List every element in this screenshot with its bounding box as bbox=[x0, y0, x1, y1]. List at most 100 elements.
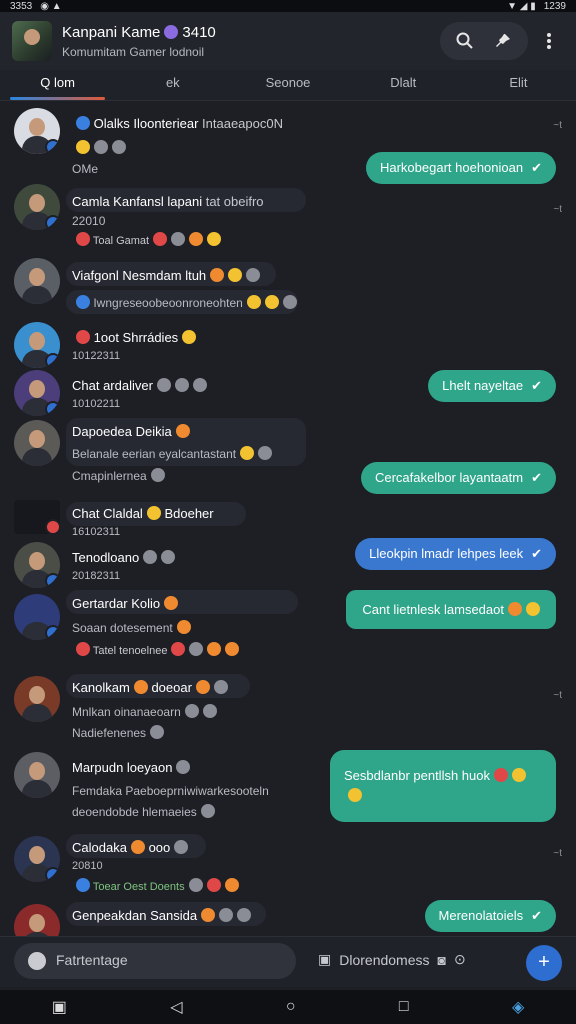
message-subtext: 20182311 bbox=[72, 570, 121, 582]
sent-bubble[interactable]: Cercafakelbor layantaatm ✔ bbox=[360, 462, 556, 494]
emoji-icon bbox=[240, 446, 255, 460]
emoji-icon bbox=[133, 680, 148, 694]
message-sender: Chat Claldal Bdoeher bbox=[72, 506, 214, 521]
sent-bubble[interactable]: Harkobegart hoehonioan ✔ bbox=[365, 152, 556, 184]
emoji-icon bbox=[184, 704, 199, 718]
composer-tool-label[interactable]: Dlorendomess bbox=[339, 952, 429, 968]
message-sender: Kanolkam doeoar bbox=[72, 680, 228, 695]
avatar[interactable] bbox=[14, 370, 60, 416]
tab-4[interactable]: Elit bbox=[461, 70, 576, 100]
heart-icon bbox=[76, 232, 90, 246]
sent-bubble[interactable]: Sesbdlanbr pentllsh huok bbox=[330, 750, 556, 822]
pin-button[interactable] bbox=[484, 22, 522, 60]
emoji-icon bbox=[512, 768, 526, 782]
composer-tools: ▣ Dlorendomess ◙ ⊙ bbox=[318, 951, 466, 968]
emoji-icon bbox=[526, 602, 540, 616]
message-time: ~t bbox=[553, 120, 562, 131]
emoji-icon bbox=[189, 232, 204, 246]
avatar[interactable] bbox=[14, 836, 60, 882]
message-list[interactable]: Olalks Iloonteriear Intaaeapoc0N OMe Har… bbox=[0, 100, 576, 936]
message-subtext: Nadiefenenes bbox=[72, 725, 165, 740]
message-subtext: deoendobde hlemaeies bbox=[72, 804, 215, 819]
avatar[interactable] bbox=[14, 676, 60, 722]
avatar[interactable] bbox=[14, 594, 60, 640]
check-icon: ✔ bbox=[531, 470, 542, 485]
emoji-icon bbox=[112, 140, 126, 154]
tab-1[interactable]: ek bbox=[115, 70, 230, 100]
shield-icon[interactable]: ◈ bbox=[512, 997, 524, 1017]
sent-bubble[interactable]: Lleokpin lmadr lehpes leek ✔ bbox=[355, 538, 556, 570]
message-subtext: Cmapinlernea bbox=[72, 468, 165, 483]
emoji-icon bbox=[195, 680, 210, 694]
avatar[interactable] bbox=[14, 904, 60, 936]
emoji-icon bbox=[130, 840, 145, 854]
search-button[interactable] bbox=[446, 22, 484, 60]
avatar[interactable] bbox=[14, 258, 60, 304]
message-sender: Camla Kanfansl lapani tat obeifro bbox=[72, 194, 264, 209]
message-time: ~t bbox=[553, 848, 562, 859]
emoji-icon bbox=[143, 550, 158, 564]
message-sender: Marpudn loeyaon bbox=[72, 760, 191, 775]
recents-icon[interactable]: □ bbox=[399, 998, 409, 1016]
pen-icon bbox=[28, 952, 46, 970]
message-reactions[interactable]: Toal Gamat bbox=[72, 232, 222, 247]
heart-icon bbox=[76, 116, 90, 130]
group-avatar[interactable] bbox=[12, 21, 52, 61]
emoji-icon bbox=[174, 840, 189, 854]
sent-bubble[interactable]: Lhelt nayeltae ✔ bbox=[428, 370, 556, 402]
pin-icon bbox=[496, 34, 510, 47]
notification-icon: ◉ ▲ bbox=[40, 0, 62, 12]
sent-bubble[interactable]: Cant lietnlesk lamsedaot bbox=[346, 590, 556, 629]
message-composer: Fatrtentage ▣ Dlorendomess ◙ ⊙ + bbox=[0, 936, 576, 987]
info-icon bbox=[76, 878, 90, 892]
avatar[interactable] bbox=[14, 322, 60, 368]
avatar[interactable] bbox=[14, 184, 60, 230]
message-reactions[interactable]: Toear Oest Doents bbox=[72, 878, 239, 893]
tab-0[interactable]: Q lom bbox=[0, 70, 115, 100]
home-icon[interactable]: ○ bbox=[286, 998, 296, 1016]
emoji-icon bbox=[228, 268, 243, 282]
message-sender: 1oot Shrrádies bbox=[72, 330, 197, 345]
input-placeholder: Fatrtentage bbox=[56, 952, 128, 968]
search-icon[interactable]: ⊙ bbox=[454, 951, 466, 968]
emoji-icon bbox=[264, 295, 279, 309]
message-subtext: 10122311 bbox=[72, 350, 121, 362]
emoji-icon bbox=[210, 268, 225, 282]
attachment-icon[interactable]: ▣ bbox=[318, 951, 331, 968]
back-icon[interactable]: ◁ bbox=[170, 997, 182, 1017]
send-button[interactable]: + bbox=[526, 945, 562, 981]
message-reactions[interactable]: Tatel tenoelnee bbox=[72, 642, 240, 657]
check-icon: ✔ bbox=[531, 908, 542, 923]
avatar[interactable] bbox=[14, 108, 60, 154]
sticker-icon[interactable]: ◙ bbox=[438, 952, 446, 968]
message-text: Iwngreseoobeoonroneohten bbox=[72, 295, 297, 310]
message-text: Femdaka Paeboeprniwiwarkesooteln bbox=[72, 784, 269, 798]
tab-2[interactable]: Seonoe bbox=[230, 70, 345, 100]
avatar[interactable] bbox=[14, 542, 60, 588]
heart-icon bbox=[171, 642, 186, 656]
emoji-icon bbox=[282, 295, 297, 309]
emoji-icon bbox=[192, 378, 207, 392]
sent-bubble[interactable]: Merenolatoiels ✔ bbox=[424, 900, 556, 932]
avatar[interactable] bbox=[14, 752, 60, 798]
app-icon[interactable]: ▣ bbox=[52, 997, 67, 1017]
message-time: ~t bbox=[553, 690, 562, 701]
emoji-icon bbox=[206, 878, 221, 892]
group-title[interactable]: Kanpani Kame 3410 bbox=[62, 24, 440, 41]
emoji-icon bbox=[207, 642, 222, 656]
more-options-button[interactable] bbox=[534, 22, 564, 60]
emoji-icon bbox=[156, 378, 171, 392]
avatar[interactable] bbox=[14, 420, 60, 466]
more-vertical-icon bbox=[547, 33, 551, 49]
status-time-right: 1239 bbox=[543, 0, 566, 12]
emoji-icon bbox=[508, 602, 522, 616]
emoji-icon bbox=[202, 704, 217, 718]
emoji-icon bbox=[246, 268, 261, 282]
message-input[interactable]: Fatrtentage bbox=[14, 943, 296, 979]
message-subtext: 10102211 bbox=[72, 398, 121, 410]
tab-3[interactable]: Dlalt bbox=[346, 70, 461, 100]
emoji-icon bbox=[176, 620, 191, 634]
emoji-icon bbox=[258, 446, 273, 460]
avatar[interactable] bbox=[14, 500, 60, 534]
system-nav-bar: ▣ ◁ ○ □ ◈ bbox=[0, 990, 576, 1024]
